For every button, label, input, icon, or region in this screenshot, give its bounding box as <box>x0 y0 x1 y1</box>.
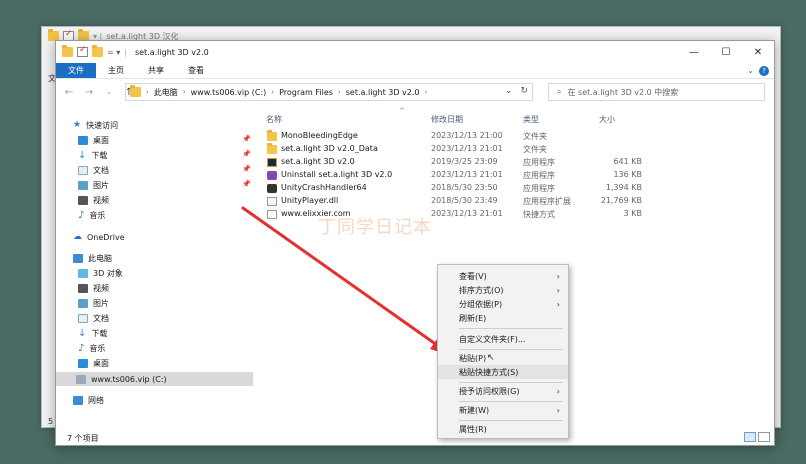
submenu-arrow-icon: › <box>556 386 560 396</box>
menu-separator <box>459 349 563 350</box>
submenu-arrow-icon: › <box>556 299 560 309</box>
context-menu: 查看(V) › 排序方式(O) › 分组依据(P) › 刷新(E) 自定义文件夹(F)… <box>437 264 569 439</box>
mouse-cursor-icon: ↖ <box>487 353 495 363</box>
menu-separator <box>459 420 563 421</box>
menu-item-refresh[interactable]: 刷新(E) <box>438 311 568 325</box>
menu-item-give-access[interactable]: 授予访问权限(G) › <box>438 384 568 398</box>
menu-separator <box>459 328 563 329</box>
menu-separator <box>459 401 563 402</box>
menu-item-customize-folder[interactable]: 自定义文件夹(F)... <box>438 332 568 346</box>
menu-item-view[interactable]: 查看(V) › <box>438 269 568 283</box>
submenu-arrow-icon: › <box>556 285 560 295</box>
menu-item-group-by[interactable]: 分组依据(P) › <box>438 297 568 311</box>
menu-separator <box>459 382 563 383</box>
menu-item-new[interactable]: 新建(W) › <box>438 403 568 417</box>
menu-item-sort-by[interactable]: 排序方式(O) › <box>438 283 568 297</box>
menu-item-paste[interactable]: 粘贴(P) ↖ <box>438 351 568 365</box>
submenu-arrow-icon: › <box>556 271 560 281</box>
submenu-arrow-icon: › <box>556 405 560 415</box>
menu-item-paste-shortcut[interactable]: 粘贴快捷方式(S) <box>438 365 568 379</box>
menu-item-properties[interactable]: 属性(R) <box>438 422 568 436</box>
annotation-arrow <box>241 206 452 356</box>
